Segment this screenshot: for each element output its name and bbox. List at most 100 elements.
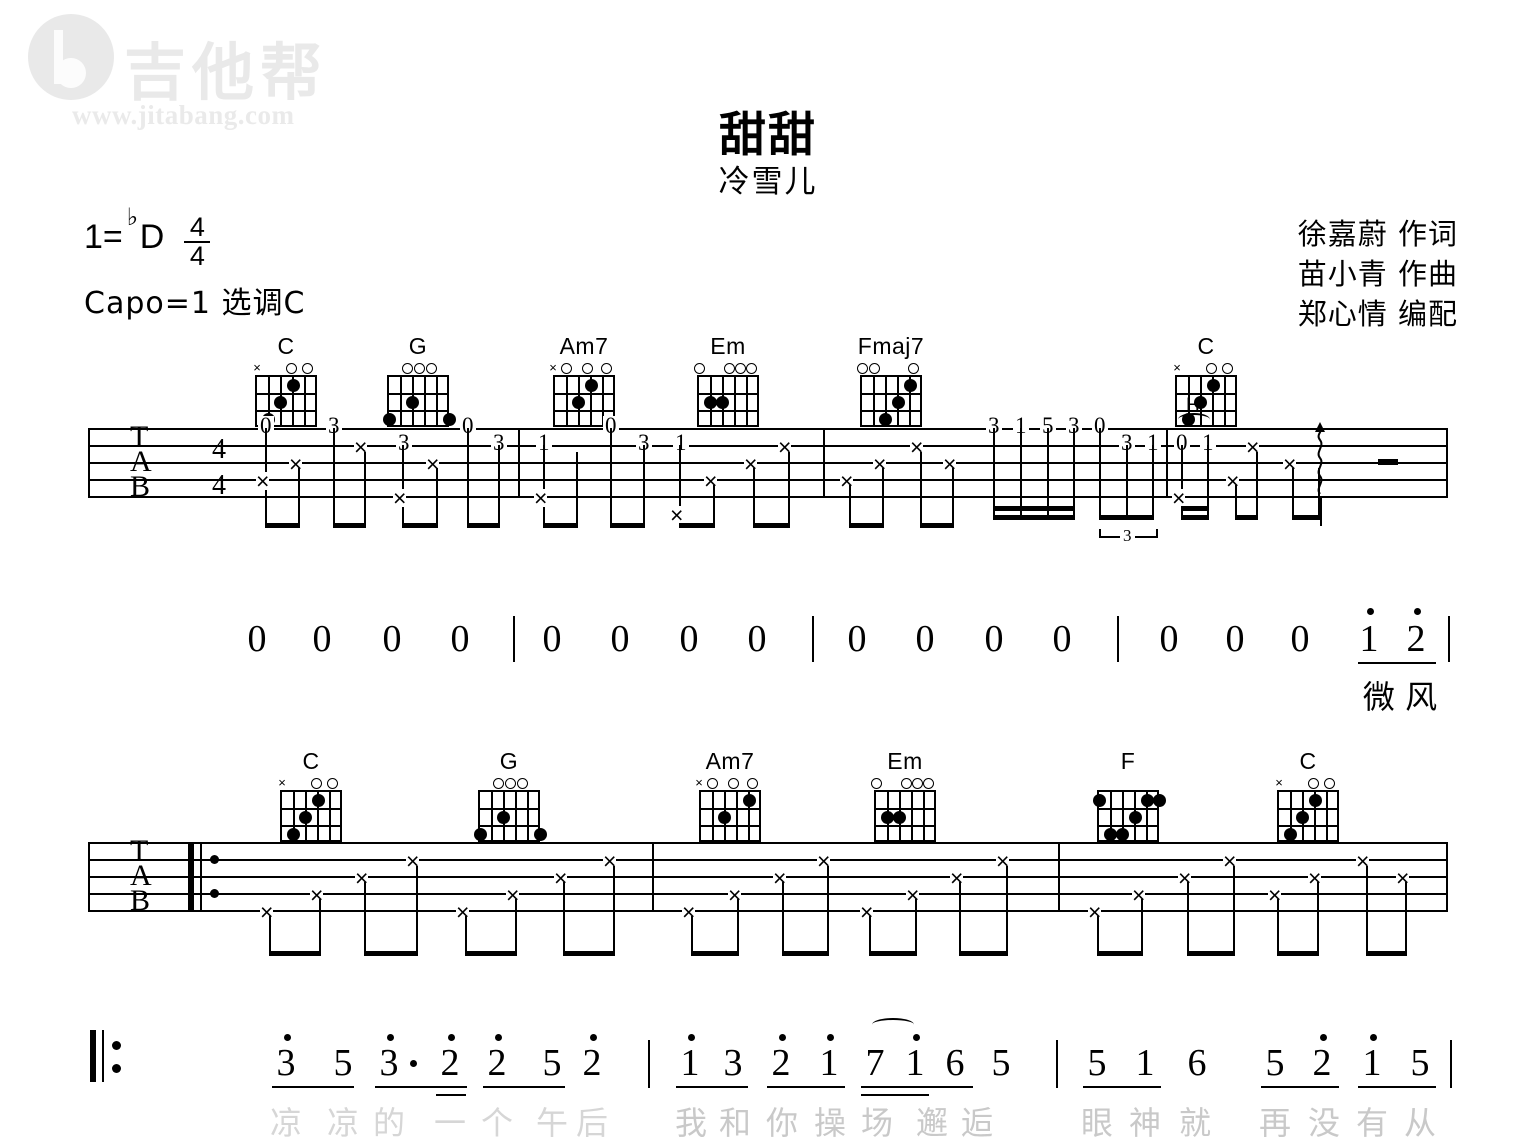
repeat-thin-line	[200, 842, 202, 910]
tab-time-numerator: 4	[212, 434, 226, 465]
melody-note: 0	[382, 618, 402, 660]
lyric-text: 凉	[269, 1104, 302, 1142]
credit-lyricist: 徐嘉蔚 作词	[1297, 217, 1458, 251]
finger-dot	[299, 811, 312, 824]
barline	[1058, 842, 1060, 910]
repeat-thick-line	[188, 842, 194, 910]
finger-dot	[904, 379, 917, 392]
mute-x-icon: ×	[554, 865, 568, 891]
melody-barline	[513, 616, 515, 662]
eighth-beam	[272, 1086, 354, 1089]
lyric-text: 逅	[960, 1104, 993, 1142]
slur-icon	[1178, 413, 1210, 426]
finger-dot	[743, 794, 756, 807]
melody-note: 1	[1362, 1042, 1382, 1084]
flat-symbol: ♭	[126, 204, 139, 231]
finger-dot	[443, 413, 456, 426]
mute-x-icon: ×	[950, 865, 964, 891]
finger-dot	[534, 828, 547, 841]
melody-note: 0	[1159, 618, 1179, 660]
barline	[652, 842, 654, 910]
open-o-icon	[1308, 778, 1319, 789]
eighth-beam	[1358, 662, 1436, 665]
melody-note: 0	[610, 618, 630, 660]
eighth-beam	[767, 1086, 845, 1089]
melody-note: 1	[1135, 1042, 1155, 1084]
finger-dot	[497, 811, 510, 824]
open-o-icon	[871, 778, 882, 789]
mute-x-icon: ×	[1268, 882, 1282, 908]
open-o-icon	[402, 363, 413, 374]
melody-note: 0	[450, 618, 470, 660]
finger-dot	[312, 794, 325, 807]
chord-name: G	[408, 333, 428, 359]
eighth-beam	[1358, 1086, 1436, 1089]
octave-dot	[284, 1034, 291, 1041]
open-o-icon	[582, 363, 593, 374]
melody-note: 5	[333, 1042, 353, 1084]
open-o-icon	[426, 363, 437, 374]
mute-x-icon: ×	[670, 502, 684, 528]
finger-dot	[1296, 811, 1309, 824]
octave-dot	[590, 1034, 597, 1041]
arpeggio-up-arrow-icon	[1313, 422, 1327, 495]
finger-dot	[718, 811, 731, 824]
open-o-icon	[601, 363, 612, 374]
time-numerator: 4	[189, 212, 205, 242]
barline	[823, 428, 825, 496]
mute-x-icon: ×	[289, 451, 303, 477]
chord-open-marks	[869, 776, 941, 790]
melody-note: 1	[1359, 618, 1379, 660]
mute-x-icon: ×	[260, 899, 274, 925]
finger-dot	[572, 396, 585, 409]
chord-name: Fmaj7	[857, 333, 925, 359]
lyric-text: 从	[1403, 1104, 1436, 1142]
credits: 徐嘉蔚 作词 苗小青 作曲 郑心情 编配	[1298, 214, 1458, 334]
fretboard-grid	[874, 790, 936, 842]
triplet-number: 3	[1120, 526, 1135, 546]
chord-open-marks	[855, 361, 927, 375]
melody-barline	[648, 1040, 650, 1088]
finger-dot	[287, 828, 300, 841]
key-prefix: 1=	[84, 218, 123, 256]
chord-diagram-g-2: G	[473, 748, 547, 842]
mute-x-icon: ×	[1132, 882, 1146, 908]
mute-x-icon: ×	[744, 451, 758, 477]
open-o-icon	[724, 363, 735, 374]
finger-dot	[1284, 828, 1297, 841]
melody-note: 0	[1052, 618, 1072, 660]
song-title: 甜甜	[719, 108, 817, 163]
fretboard-grid	[1093, 790, 1166, 842]
chord-name: Em	[710, 333, 746, 359]
chord-diagram-g-1: G	[382, 333, 456, 427]
open-o-icon	[517, 778, 528, 789]
repeat-dot	[112, 1064, 121, 1073]
lyric-text: 后	[575, 1104, 608, 1142]
barline	[518, 428, 520, 496]
fretboard-grid	[383, 375, 456, 427]
finger-dot	[1207, 379, 1220, 392]
time-signature: 4 4	[184, 212, 211, 270]
mute-x-icon: ×	[1275, 775, 1283, 790]
key-signature: 1= ♭ D 4 4	[84, 204, 211, 272]
repeat-dot	[210, 889, 219, 898]
finger-dot	[1116, 828, 1129, 841]
chord-diagram-c-2: C ×	[1170, 333, 1242, 427]
mute-x-icon: ×	[1088, 899, 1102, 925]
eighth-beam	[483, 1086, 565, 1089]
mute-x-icon: ×	[256, 468, 270, 494]
octave-dot	[495, 1034, 502, 1041]
finger-dot	[892, 396, 905, 409]
melody-note: 0	[915, 618, 935, 660]
mute-x-icon: ×	[840, 468, 854, 494]
melody-note: 0	[312, 618, 332, 660]
open-o-icon	[857, 363, 868, 374]
barline	[1166, 428, 1168, 496]
chord-name: G	[499, 748, 519, 774]
melody-note: 3	[379, 1042, 399, 1084]
logo-inner-dot	[56, 58, 86, 88]
repeat-thin-line	[102, 1030, 104, 1082]
tab-clef: T A B	[130, 834, 153, 917]
melody-note: 5	[542, 1042, 562, 1084]
chord-open-marks: ×	[548, 361, 620, 375]
